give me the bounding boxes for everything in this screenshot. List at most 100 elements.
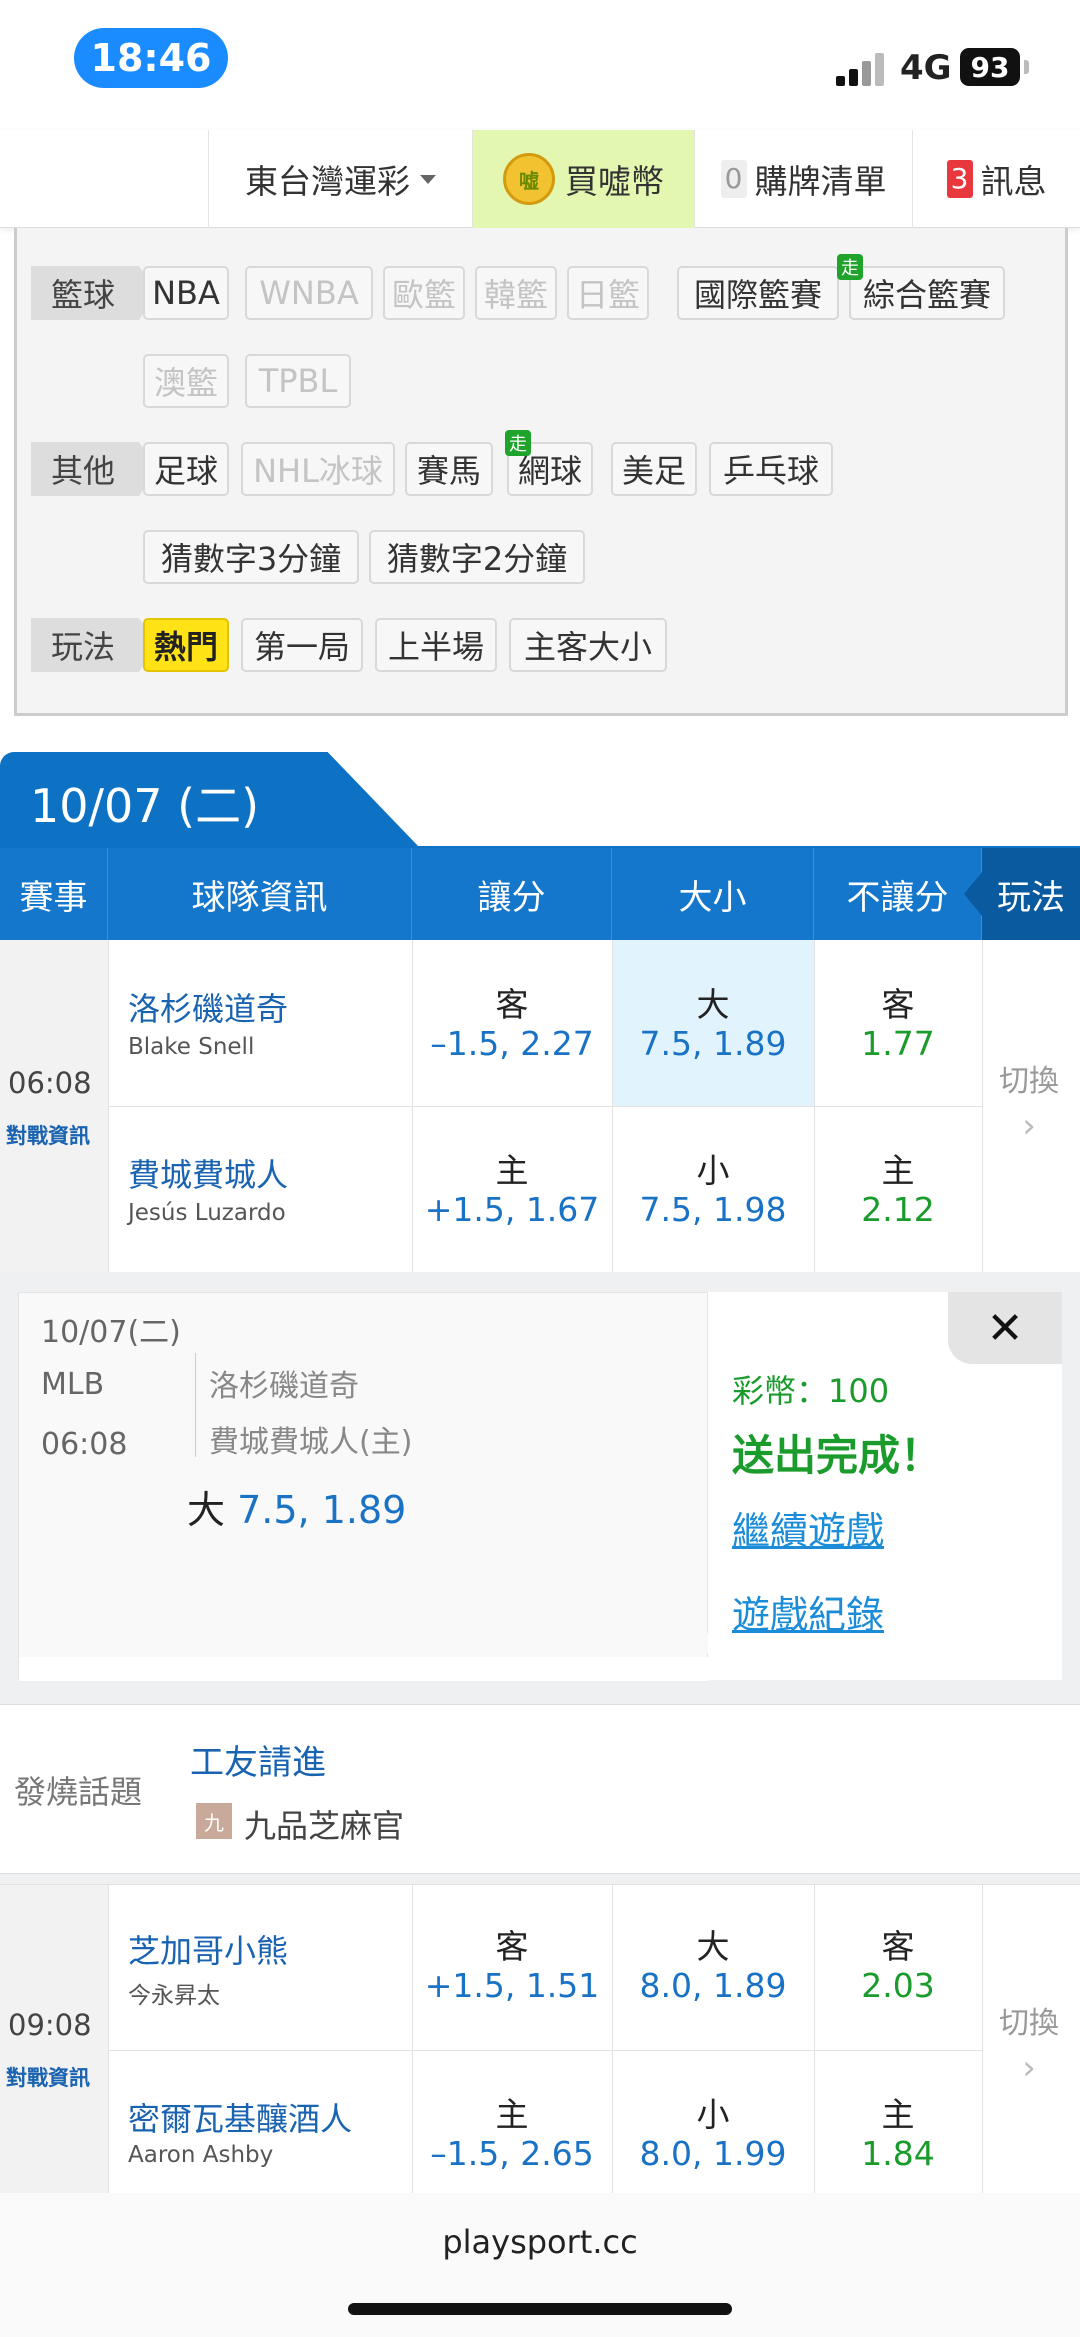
ticket-time: 06:08 [41, 1427, 128, 1462]
odds-total-over[interactable]: 大 8.0, 1.89 [613, 1920, 813, 2005]
switch-play-button[interactable]: 切換 › [978, 1056, 1080, 1146]
header-team-info: 球隊資訊 [108, 848, 412, 940]
switch-label: 切換 [999, 2006, 1059, 2041]
odds-spread-away[interactable]: 客 +1.5, 1.51 [412, 1920, 612, 2005]
odds-moneyline-home[interactable]: 主 2.12 [798, 1144, 998, 1229]
home-team-name[interactable]: 密爾瓦基釀酒人 [128, 2094, 352, 2140]
walk-badge: 走 [505, 430, 531, 456]
ticket-torn-edge [19, 1633, 709, 1681]
cart-count-badge: 0 [720, 160, 747, 198]
game-time: 09:08 [8, 2008, 92, 2042]
bet-ticket: 10/07(二) MLB 06:08 洛杉磯道奇 費城費城人(主) 大 7.5,… [18, 1292, 709, 1681]
away-team-name[interactable]: 芝加哥小熊 [128, 1926, 288, 1972]
messages-button[interactable]: 3 訊息 [912, 130, 1080, 228]
chip-american-football[interactable]: 美足 [611, 442, 697, 496]
cart-button[interactable]: 0 購牌清單 [694, 130, 912, 228]
home-indicator[interactable] [348, 2303, 732, 2315]
chevron-right-icon: › [1022, 2048, 1036, 2088]
odds-moneyline-away[interactable]: 客 1.77 [798, 978, 998, 1063]
status-bar: 18:46 4G 93 [0, 0, 1080, 130]
close-icon: ✕ [986, 1302, 1024, 1354]
chip-wnba[interactable]: WNBA [245, 266, 373, 320]
lottery-select[interactable]: 東台灣運彩 [208, 130, 472, 228]
chip-hot[interactable]: 熱門 [143, 618, 229, 672]
chip-nhl[interactable]: NHL冰球 [241, 442, 395, 496]
away-team-name[interactable]: 洛杉磯道奇 [128, 984, 288, 1030]
chip-first-half[interactable]: 上半場 [375, 618, 497, 672]
ticket-date: 10/07(二) [41, 1315, 181, 1350]
cart-label: 購牌清單 [754, 162, 887, 201]
away-pitcher: 今永昇太 [128, 1983, 220, 2009]
topic-title-link[interactable]: 工友請進 [190, 1735, 326, 1784]
game-time: 06:08 [8, 1066, 92, 1100]
ticket-team-away: 洛杉磯道奇 [209, 1369, 359, 1404]
chip-horse-racing[interactable]: 賽馬 [405, 442, 493, 496]
game-time-cell [0, 940, 108, 1272]
url-label[interactable]: playsport.cc [0, 2223, 1080, 2261]
status-time: 18:46 [74, 28, 228, 88]
battery-icon: 93 [960, 48, 1020, 86]
odds-total-under[interactable]: 小 7.5, 1.98 [613, 1144, 813, 1229]
chip-home-away-total[interactable]: 主客大小 [509, 618, 667, 672]
odds-total-over[interactable]: 大 7.5, 1.89 [613, 978, 813, 1063]
ticket-league: MLB [41, 1367, 105, 1402]
section-gap [0, 1874, 1080, 1884]
odds-spread-home[interactable]: 主 –1.5, 2.65 [412, 2088, 612, 2173]
header-total: 大小 [612, 848, 814, 940]
cellular-signal-icon [836, 52, 886, 86]
continue-game-link[interactable]: 繼續遊戲 [732, 1500, 884, 1555]
category-play: 玩法 [31, 618, 157, 672]
date-tab: 10/07 (二) [0, 752, 420, 848]
switch-play-button[interactable]: 切換 › [978, 1998, 1080, 2088]
chip-combined-basketball[interactable]: 綜合籃賽 [849, 266, 1005, 320]
chip-korea-basketball[interactable]: 韓籃 [475, 266, 557, 320]
table-header: 賽事 球隊資訊 讓分 大小 不讓分 玩法 [0, 848, 1080, 940]
home-pitcher: Aaron Ashby [128, 2142, 274, 2168]
switch-label: 切換 [999, 1064, 1059, 1099]
odds-moneyline-home[interactable]: 主 1.84 [798, 2088, 998, 2173]
chip-guess-2min[interactable]: 猜數字2分鐘 [369, 530, 585, 584]
odds-spread-home[interactable]: 主 +1.5, 1.67 [412, 1144, 612, 1229]
network-type: 4G [900, 48, 952, 88]
home-team-name[interactable]: 費城費城人 [128, 1150, 288, 1196]
chip-euro-basketball[interactable]: 歐籃 [383, 266, 465, 320]
ticket-team-home: 費城費城人(主) [209, 1425, 413, 1460]
matchup-info-link[interactable]: 對戰資訊 [6, 2062, 90, 2092]
home-pitcher: Jesús Luzardo [128, 1200, 286, 1226]
chevron-right-icon: › [1022, 1106, 1036, 1146]
coin-amount: 彩幣：100 [732, 1372, 890, 1410]
messages-label: 訊息 [980, 162, 1047, 201]
odds-spread-away[interactable]: 客 –1.5, 2.27 [412, 978, 612, 1063]
game-history-link[interactable]: 遊戲紀錄 [732, 1584, 884, 1639]
chip-tpbl[interactable]: TPBL [245, 354, 351, 408]
header-event: 賽事 [0, 848, 108, 940]
odds-total-under[interactable]: 小 8.0, 1.99 [613, 2088, 813, 2173]
odds-moneyline-away[interactable]: 客 2.03 [798, 1920, 998, 2005]
away-pitcher: Blake Snell [128, 1034, 255, 1060]
hot-topic-label: 發燒話題 [14, 1773, 143, 1811]
matchup-info-link[interactable]: 對戰資訊 [6, 1120, 90, 1150]
close-button[interactable]: ✕ [948, 1292, 1062, 1364]
chip-nba[interactable]: NBA [143, 266, 229, 320]
lottery-label: 東台灣運彩 [245, 162, 410, 201]
header-moneyline: 不讓分 [814, 848, 982, 940]
category-basketball: 籃球 [31, 266, 157, 320]
buy-coin-button[interactable]: 嘘 買噓幣 [472, 130, 694, 228]
message-count-badge: 3 [946, 160, 973, 198]
chip-guess-3min[interactable]: 猜數字3分鐘 [143, 530, 359, 584]
chip-intl-basketball[interactable]: 國際籃賽 [677, 266, 839, 320]
chevron-down-icon [420, 174, 436, 184]
chip-first-inning[interactable]: 第一局 [241, 618, 363, 672]
category-other: 其他 [31, 442, 157, 496]
buy-coin-label: 買噓幣 [565, 162, 664, 201]
coin-icon: 嘘 [503, 153, 555, 205]
header-play-tab[interactable]: 玩法 [964, 848, 1080, 940]
chip-table-tennis[interactable]: 乒乓球 [709, 442, 833, 496]
topic-author[interactable]: 九品芝麻官 [244, 1801, 404, 1847]
ticket-pick: 大 7.5, 1.89 [187, 1488, 407, 1532]
chip-japan-basketball[interactable]: 日籃 [567, 266, 649, 320]
date-label: 10/07 (二) [30, 779, 260, 833]
chip-soccer[interactable]: 足球 [143, 442, 229, 496]
chip-aus-basketball[interactable]: 澳籃 [143, 354, 229, 408]
hot-topic: 發燒話題 工友請進 九 九品芝麻官 [0, 1704, 1080, 1874]
